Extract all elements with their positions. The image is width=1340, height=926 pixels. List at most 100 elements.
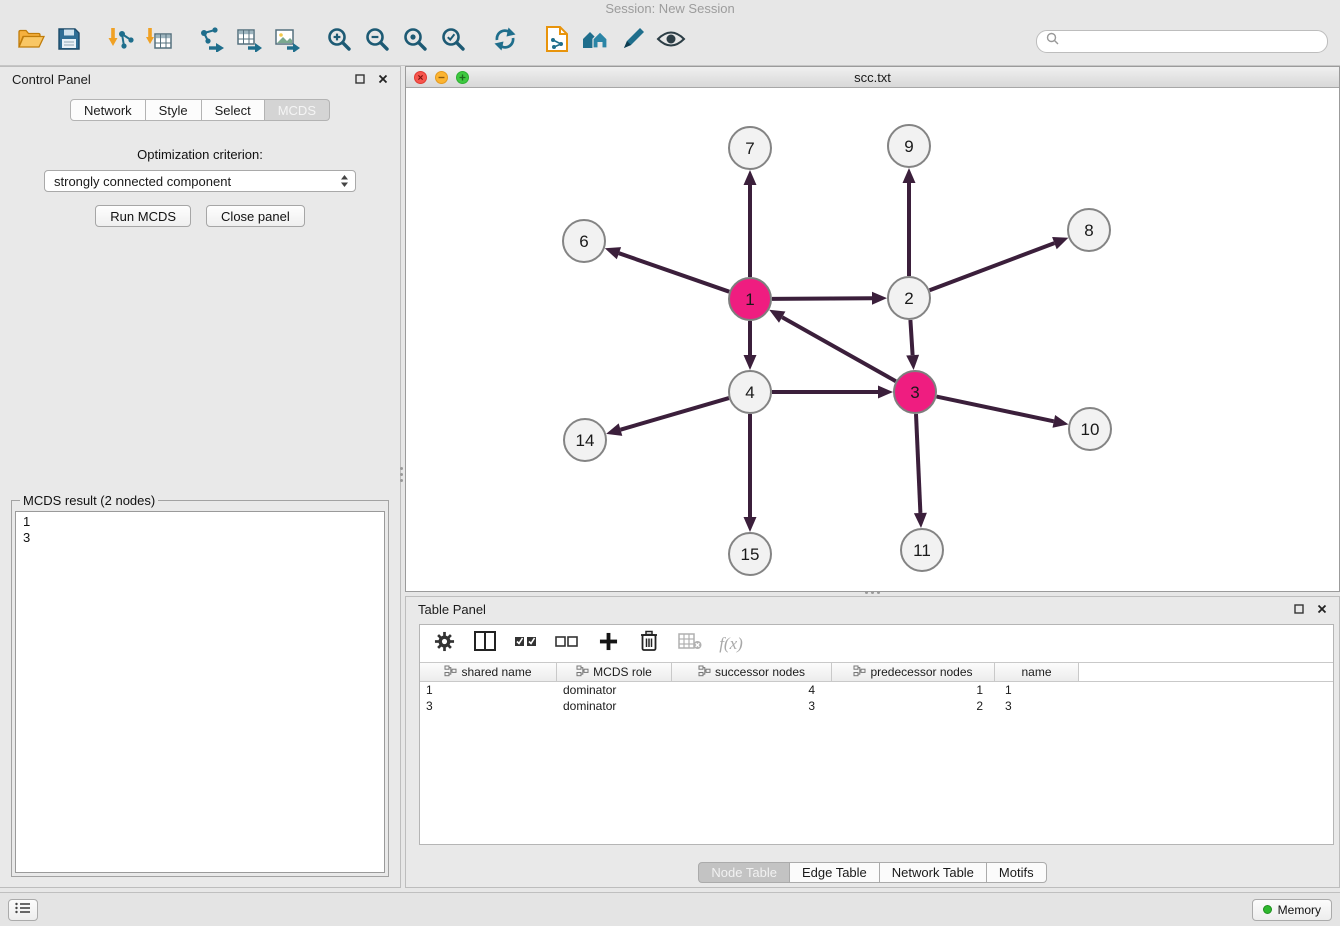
save-session-button[interactable] [50, 21, 88, 61]
task-history-button[interactable] [8, 899, 38, 921]
cell-shared-name[interactable]: 1 [420, 682, 557, 698]
open-session-button[interactable] [12, 21, 50, 61]
delete-table-icon [678, 632, 702, 655]
graph-edge-1-2[interactable] [772, 292, 887, 305]
deselect-all-rows-button[interactable] [555, 632, 579, 655]
network-graph[interactable]: 7 9 6 8 1 2 4 3 14 10 15 11 [406, 88, 1339, 591]
search-box[interactable] [1036, 30, 1328, 53]
close-window-button[interactable] [414, 71, 427, 84]
close-panel-icon[interactable] [1317, 602, 1327, 617]
graph-node-2[interactable]: 2 [888, 277, 930, 319]
column-header-successor-nodes[interactable]: successor nodes [672, 663, 832, 681]
graph-node-6[interactable]: 6 [563, 220, 605, 262]
minimize-window-button[interactable] [435, 71, 448, 84]
graph-edge-1-7[interactable] [744, 170, 757, 277]
graph-node-4[interactable]: 4 [729, 371, 771, 413]
zoom-selected-button[interactable] [434, 21, 472, 61]
network-canvas[interactable]: 7 9 6 8 1 2 4 3 14 10 15 11 [406, 88, 1339, 591]
graph-edge-1-4[interactable] [744, 321, 757, 370]
graph-node-1[interactable]: 1 [729, 278, 771, 320]
table-row[interactable]: 3 dominator 3 2 3 [420, 698, 1333, 714]
cell-mcds-role[interactable]: dominator [557, 682, 672, 698]
graph-node-3[interactable]: 3 [894, 371, 936, 413]
column-header-name[interactable]: name [995, 663, 1079, 681]
float-panel-icon[interactable] [1294, 602, 1304, 617]
table-settings-button[interactable] [432, 631, 456, 657]
run-mcds-button[interactable]: Run MCDS [95, 205, 191, 227]
graph-node-label: 4 [745, 383, 754, 402]
import-table-button[interactable] [140, 21, 178, 61]
cell-shared-name[interactable]: 3 [420, 698, 557, 714]
close-panel-button[interactable]: Close panel [206, 205, 305, 227]
cell-successor-nodes[interactable]: 3 [672, 698, 832, 714]
graph-edge-2-3[interactable] [906, 320, 919, 370]
cell-name[interactable]: 3 [995, 698, 1079, 714]
export-network-button[interactable] [192, 21, 230, 61]
graphics-details-button[interactable] [614, 21, 652, 61]
export-image-button[interactable] [268, 21, 306, 61]
zoom-in-button[interactable] [320, 21, 358, 61]
graph-edge-3-11[interactable] [914, 414, 927, 528]
refresh-button[interactable] [486, 21, 524, 61]
panel-splitter-handle[interactable] [858, 589, 886, 596]
tab-style[interactable]: Style [146, 99, 202, 121]
tab-network[interactable]: Network [70, 99, 146, 121]
birdseye-view-button[interactable] [652, 21, 690, 61]
zoom-out-button[interactable] [358, 21, 396, 61]
memory-button[interactable]: Memory [1252, 899, 1332, 921]
table-panel-title: Table Panel [418, 602, 486, 617]
network-file-icon [545, 25, 569, 58]
column-header-shared-name[interactable]: shared name [420, 663, 557, 681]
tab-select[interactable]: Select [202, 99, 265, 121]
table-row[interactable]: 1 dominator 4 1 1 [420, 682, 1333, 698]
graph-edge-3-1[interactable] [769, 310, 896, 381]
show-columns-button[interactable] [473, 631, 497, 656]
zoom-fit-button[interactable] [396, 21, 434, 61]
graph-edge-2-9[interactable] [903, 168, 916, 276]
graph-node-15[interactable]: 15 [729, 533, 771, 575]
home-button[interactable] [576, 21, 614, 61]
control-panel-title: Control Panel [12, 72, 91, 87]
cell-predecessor-nodes[interactable]: 1 [832, 682, 995, 698]
column-header-predecessor-nodes[interactable]: predecessor nodes [832, 663, 995, 681]
search-input[interactable] [1064, 34, 1318, 48]
graph-edge-4-15[interactable] [744, 414, 757, 532]
graph-edge-4-14[interactable] [606, 398, 729, 436]
tab-network-table[interactable]: Network Table [880, 862, 987, 883]
graph-edge-3-10[interactable] [937, 397, 1069, 428]
tab-node-table[interactable]: Node Table [698, 862, 790, 883]
graph-node-14[interactable]: 14 [564, 419, 606, 461]
table-panel: Table Panel [405, 596, 1340, 888]
float-panel-icon[interactable] [355, 72, 365, 87]
tab-edge-table[interactable]: Edge Table [790, 862, 880, 883]
graph-edge-2-8[interactable] [930, 237, 1069, 290]
panel-splitter-handle[interactable] [398, 460, 405, 488]
column-header-mcds-role[interactable]: MCDS role [557, 663, 672, 681]
add-column-button[interactable] [596, 632, 620, 656]
function-builder-button: f(x) [719, 634, 743, 654]
graph-node-7[interactable]: 7 [729, 127, 771, 169]
tab-mcds[interactable]: MCDS [265, 99, 330, 121]
graph-node-9[interactable]: 9 [888, 125, 930, 167]
export-network-icon [198, 26, 224, 57]
close-panel-icon[interactable] [378, 72, 388, 87]
delete-column-button[interactable] [637, 630, 661, 657]
cell-name[interactable]: 1 [995, 682, 1079, 698]
maximize-window-button[interactable] [456, 71, 469, 84]
tab-motifs[interactable]: Motifs [987, 862, 1047, 883]
cell-successor-nodes[interactable]: 4 [672, 682, 832, 698]
graph-node-11[interactable]: 11 [901, 529, 943, 571]
import-network-button[interactable] [102, 21, 140, 61]
export-table-button[interactable] [230, 21, 268, 61]
gear-icon [434, 631, 455, 657]
select-all-rows-button[interactable] [514, 632, 538, 655]
graph-node-10[interactable]: 10 [1069, 408, 1111, 450]
network-from-file-button[interactable] [538, 21, 576, 61]
cell-predecessor-nodes[interactable]: 2 [832, 698, 995, 714]
graph-edge-1-6[interactable] [605, 247, 729, 292]
graph-node-8[interactable]: 8 [1068, 209, 1110, 251]
table-toolbar: f(x) [420, 625, 1333, 662]
criterion-dropdown[interactable]: strongly connected component [44, 170, 356, 192]
cell-mcds-role[interactable]: dominator [557, 698, 672, 714]
graph-edge-4-3[interactable] [772, 386, 893, 399]
